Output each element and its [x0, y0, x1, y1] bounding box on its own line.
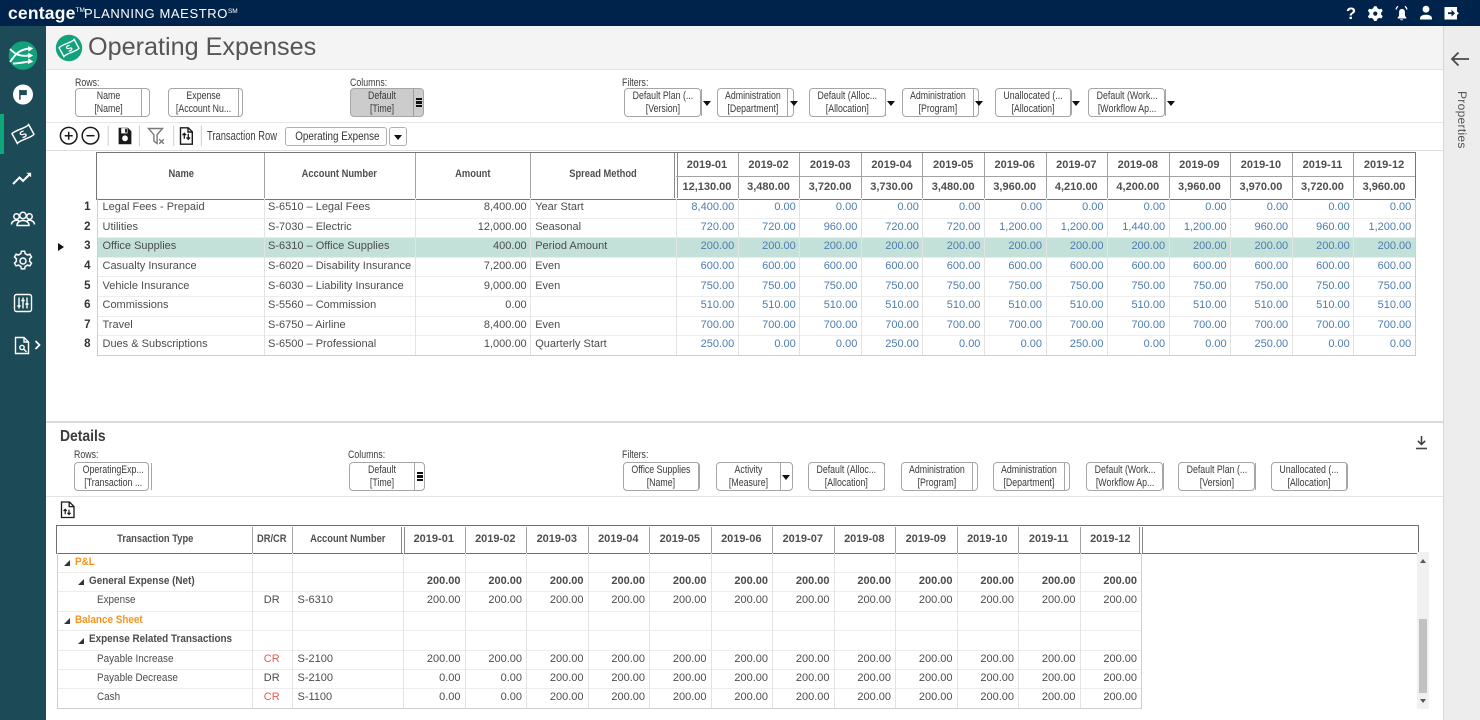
svg-text:?: ? [1346, 5, 1356, 23]
